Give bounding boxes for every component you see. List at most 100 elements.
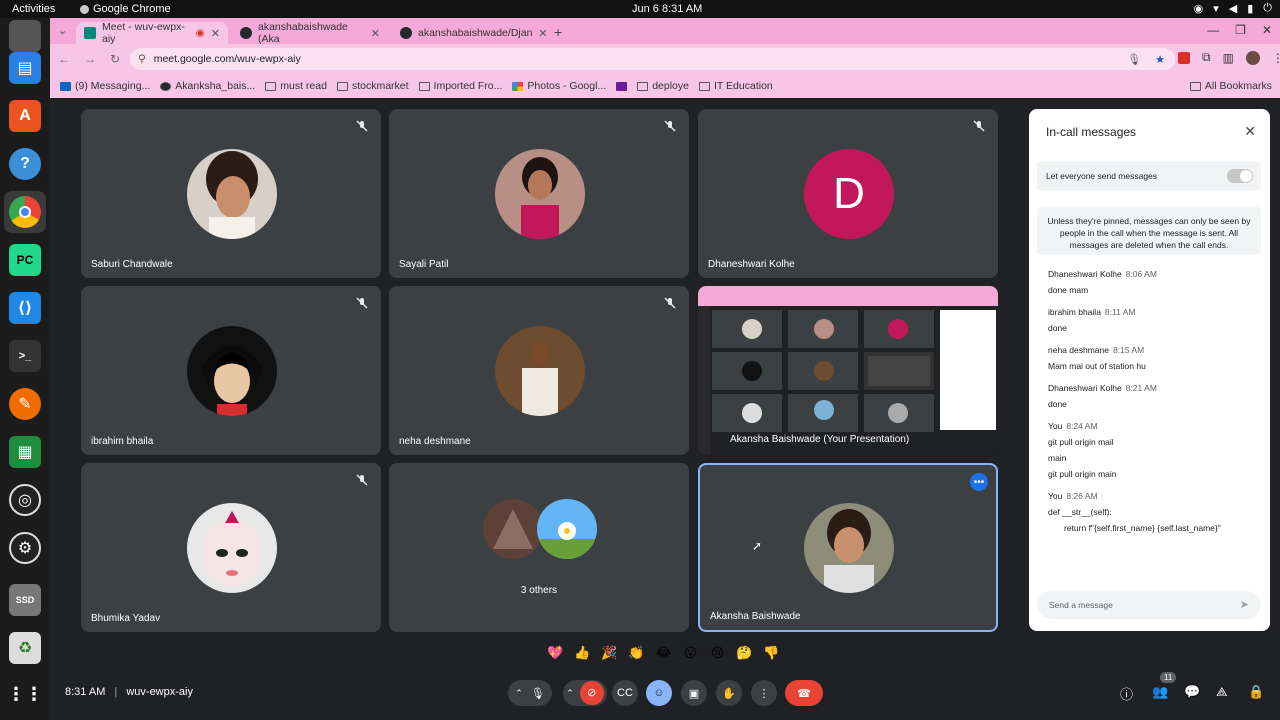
- extensions-icon[interactable]: ⧉: [1202, 50, 1211, 65]
- dock-app-icon[interactable]: [9, 20, 41, 52]
- tab-github-repo[interactable]: akanshabaishwade/Djan ✕: [392, 22, 548, 44]
- bookmark-it-education[interactable]: IT Education: [698, 80, 773, 92]
- close-tab-icon[interactable]: ✕: [371, 27, 380, 40]
- more-options-icon[interactable]: •••: [970, 473, 988, 491]
- terminal-icon[interactable]: >_: [9, 340, 41, 372]
- thinking-icon[interactable]: 🤔: [734, 642, 755, 663]
- tab-search-icon[interactable]: ⌄: [58, 24, 67, 37]
- close-tab-icon[interactable]: ✕: [538, 27, 547, 40]
- github-icon: [400, 27, 412, 39]
- bookmark-must-read[interactable]: must read: [265, 80, 327, 92]
- participant-tile[interactable]: Bhumika Yadav: [81, 463, 381, 632]
- close-window-icon[interactable]: ✕: [1262, 23, 1272, 37]
- activities-icon[interactable]: ⟁: [1216, 684, 1228, 700]
- meeting-details-icon[interactable]: ⓘ: [1120, 684, 1133, 703]
- participant-tile[interactable]: neha deshmane: [389, 286, 689, 455]
- bookmark-photos[interactable]: Photos - Googl...: [512, 80, 606, 92]
- participant-name: Akansha Baishwade: [710, 611, 801, 622]
- document-viewer-icon[interactable]: ▤: [9, 52, 41, 84]
- camera-button[interactable]: ⌃ ⊘: [563, 680, 607, 706]
- maximize-icon[interactable]: ❐: [1235, 23, 1246, 37]
- participant-tile[interactable]: Saburi Chandwale: [81, 109, 381, 278]
- show-apps-icon[interactable]: ⋮⋮: [7, 678, 43, 710]
- help-icon[interactable]: ?: [9, 148, 41, 180]
- message-sender: Dhaneshwari Kolhe: [1048, 383, 1122, 393]
- profile-avatar[interactable]: [1245, 50, 1260, 65]
- send-message-input[interactable]: Send a message ➤: [1037, 591, 1261, 619]
- chrome-icon[interactable]: [9, 196, 41, 228]
- microphone-button[interactable]: ⌃ 🎙: [508, 680, 552, 706]
- close-tab-icon[interactable]: ✕: [211, 27, 220, 40]
- surprised-icon[interactable]: 😮: [680, 642, 701, 663]
- minimize-icon[interactable]: —: [1207, 23, 1219, 37]
- extension-red-icon[interactable]: [1178, 51, 1190, 64]
- present-button[interactable]: ▣: [681, 680, 707, 706]
- trash-icon[interactable]: ♻: [9, 632, 41, 664]
- captions-button[interactable]: CC: [612, 680, 638, 706]
- app-menu[interactable]: Google Chrome: [80, 3, 171, 15]
- self-tile[interactable]: ••• ➚ Akansha Baishwade: [698, 463, 998, 632]
- raise-hand-button[interactable]: ✋: [716, 680, 742, 706]
- bookmark-stockmarket[interactable]: stockmarket: [336, 80, 409, 92]
- people-button[interactable]: 👥 11: [1152, 672, 1177, 700]
- bookmark-deploye[interactable]: deploye: [637, 80, 689, 92]
- bookmark-akanksha[interactable]: Akanksha_bais...: [160, 80, 255, 92]
- system-clock[interactable]: Jun 6 8:31 AM: [632, 3, 702, 15]
- app-center-icon[interactable]: A: [9, 100, 41, 132]
- reload-icon[interactable]: ↻: [110, 52, 120, 66]
- send-icon[interactable]: ➤: [1240, 598, 1249, 611]
- pycharm-icon[interactable]: PC: [9, 244, 41, 276]
- bookmark-messaging[interactable]: (9) Messaging...: [60, 80, 150, 92]
- sidepanel-icon[interactable]: ▥: [1223, 51, 1234, 65]
- participant-tile[interactable]: D Dhaneshwari Kolhe: [698, 109, 998, 278]
- system-tray[interactable]: ◉ ▾ ◀ ▮ ⏻: [1194, 2, 1272, 15]
- others-tile[interactable]: 3 others: [389, 463, 689, 632]
- close-icon[interactable]: ✕: [1244, 123, 1256, 140]
- address-bar[interactable]: ⚲ meet.google.com/wuv-ewpx-aiy 🎙 ★: [130, 48, 1175, 70]
- messages-notice: Unless they're pinned, messages can only…: [1037, 207, 1261, 255]
- tab-github-profile[interactable]: akanshabaishwade (Aka ✕: [232, 21, 388, 45]
- all-bookmarks-button[interactable]: All Bookmarks: [1189, 80, 1272, 92]
- mic-off-icon: [664, 297, 676, 309]
- participant-tile[interactable]: Sayali Patil: [389, 109, 689, 278]
- send-messages-toggle[interactable]: [1227, 169, 1253, 183]
- laughing-icon[interactable]: 😂: [653, 642, 674, 663]
- participant-tile[interactable]: ibrahim bhaila: [81, 286, 381, 455]
- vscode-icon[interactable]: ⟨⟩: [9, 292, 41, 324]
- clapping-icon[interactable]: 👏: [626, 642, 647, 663]
- tab-meet[interactable]: Meet - wuv-ewpx-aiy ◉ ✕: [76, 21, 228, 45]
- menu-icon[interactable]: ⋮: [1272, 51, 1280, 65]
- settings-icon[interactable]: ⚙: [9, 532, 41, 564]
- chat-icon[interactable]: 💬: [1184, 684, 1200, 700]
- obs-icon[interactable]: ◎: [9, 484, 41, 516]
- participant-name: neha deshmane: [399, 436, 471, 447]
- linkedin-icon: [60, 81, 71, 91]
- bookmark-imported[interactable]: Imported Fro...: [418, 80, 502, 92]
- thumbs-down-icon[interactable]: 👎: [761, 642, 782, 663]
- sad-icon[interactable]: 😢: [707, 642, 728, 663]
- bookmark-star-icon[interactable]: ★: [1155, 53, 1165, 66]
- more-options-button[interactable]: ⋮: [751, 680, 777, 706]
- spreadsheet-icon[interactable]: ▦: [9, 436, 41, 468]
- hand-icon: ✋: [722, 687, 736, 700]
- mic-icon[interactable]: 🎙: [1127, 53, 1141, 66]
- presentation-tile[interactable]: Akansha Baishwade (Your Presentation): [698, 286, 998, 455]
- drive-icon[interactable]: SSD: [9, 584, 41, 616]
- chat-message: Dhaneshwari Kolhe 8:21 AM done: [1048, 383, 1263, 409]
- back-icon[interactable]: ←: [58, 52, 70, 66]
- bookmark-app[interactable]: [616, 81, 628, 91]
- forward-icon[interactable]: →: [84, 52, 96, 66]
- activities-button[interactable]: Activities: [12, 3, 55, 15]
- emoji-button[interactable]: ☺: [646, 680, 672, 706]
- sparkling-heart-icon[interactable]: 💖: [545, 642, 566, 663]
- host-controls-icon[interactable]: 🔒: [1248, 684, 1264, 700]
- thumbs-up-icon[interactable]: 👍: [572, 642, 593, 663]
- leave-call-button[interactable]: ☎: [785, 680, 823, 706]
- party-popper-icon[interactable]: 🎉: [599, 642, 620, 663]
- postman-icon[interactable]: ✎: [9, 388, 41, 420]
- emoji-icon: ☺: [653, 687, 665, 699]
- system-top-bar: Activities Google Chrome Jun 6 8:31 AM ◉…: [0, 0, 1280, 18]
- new-tab-button[interactable]: +: [554, 24, 562, 40]
- site-info-icon[interactable]: ⚲: [138, 53, 146, 65]
- message-text: done mam: [1048, 285, 1089, 295]
